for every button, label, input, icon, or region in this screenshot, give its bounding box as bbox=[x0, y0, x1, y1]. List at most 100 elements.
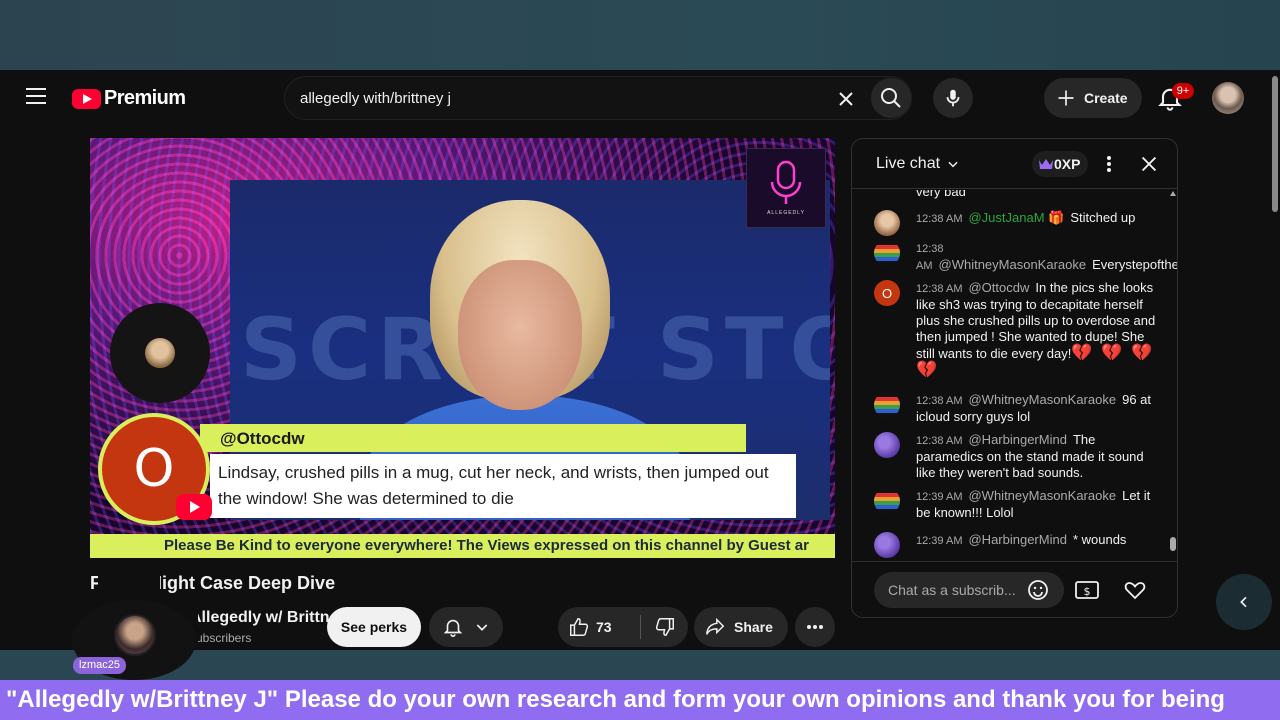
video-player[interactable]: SCRIPT STORIES ALLEGEDLY @Ottocdw Lindsa… bbox=[90, 138, 835, 558]
chat-message-text: 12:38 AM @Ottocdw In the pics she looks li… bbox=[916, 280, 1156, 379]
search-input[interactable] bbox=[300, 87, 820, 109]
chat-author[interactable]: @Ottocdw bbox=[968, 280, 1029, 295]
stream-overlay-bottom-band bbox=[0, 650, 1280, 680]
title-occlusion bbox=[98, 570, 160, 598]
subscriber-count: subscribers bbox=[190, 631, 252, 645]
emoji-icon[interactable] bbox=[1026, 578, 1050, 602]
chat-avatar[interactable] bbox=[874, 532, 900, 558]
chat-messages: very bad 12:38 AM @JustJanaM 🎁 Stitched up… bbox=[852, 190, 1177, 560]
share-label: Share bbox=[734, 619, 773, 635]
youtube-mini-icon bbox=[176, 494, 212, 520]
viewer-photo bbox=[114, 614, 156, 656]
chat-author[interactable]: @HarbingerMind bbox=[968, 432, 1066, 447]
chat-author[interactable]: @JustJanaM 🎁 bbox=[968, 210, 1064, 225]
svg-text:$: $ bbox=[1084, 585, 1091, 598]
chat-avatar[interactable] bbox=[874, 392, 900, 418]
microphone-icon bbox=[946, 89, 960, 107]
host-avatar-overlay bbox=[110, 303, 210, 403]
notifications-toggle-button[interactable] bbox=[429, 607, 503, 647]
chevron-down-icon bbox=[476, 624, 488, 631]
chat-avatar[interactable] bbox=[874, 240, 900, 266]
close-icon[interactable] bbox=[1138, 153, 1160, 175]
search-icon bbox=[881, 88, 901, 108]
podcast-mic-logo: ALLEGEDLY bbox=[746, 148, 826, 228]
player-ticker: Please Be Kind to everyone everywhere! T… bbox=[90, 534, 835, 558]
chat-text: Everystepoftheway bbox=[1092, 257, 1177, 272]
account-avatar[interactable] bbox=[1212, 82, 1244, 114]
chat-text: * wounds bbox=[1072, 532, 1127, 547]
highlight-avatar-letter: O bbox=[133, 439, 175, 499]
xp-value: 0XP bbox=[1054, 156, 1081, 172]
chat-time: 12:38 AM bbox=[916, 435, 963, 447]
live-chat-title[interactable]: Live chat bbox=[876, 155, 940, 173]
chat-input-area: $ bbox=[852, 561, 1177, 617]
like-divider bbox=[640, 615, 641, 639]
youtube-premium-logo[interactable]: Premium bbox=[72, 87, 186, 110]
chat-message-text: 12:38 AM @WhitneyMasonKaraoke 96 at icloud… bbox=[916, 392, 1156, 425]
plus-icon bbox=[1058, 90, 1074, 106]
live-chat-header: Live chat 0XP bbox=[852, 139, 1177, 189]
highlight-message: Lindsay, crushed pills in a mug, cut her… bbox=[218, 463, 769, 508]
crown-icon bbox=[1039, 159, 1053, 169]
expand-side-panel-button[interactable] bbox=[1216, 574, 1272, 630]
chevron-down-icon[interactable] bbox=[946, 157, 960, 171]
like-dislike-group: 73 bbox=[558, 607, 688, 647]
chat-author[interactable]: @WhitneyMasonKaraoke bbox=[939, 257, 1087, 272]
chat-author[interactable]: @WhitneyMasonKaraoke bbox=[968, 488, 1116, 503]
chat-avatar[interactable] bbox=[874, 210, 900, 236]
chat-scrollbar-thumb[interactable] bbox=[1170, 537, 1176, 551]
more-horizontal-icon bbox=[807, 625, 823, 629]
chat-message-text: 12:38 AM @HarbingerMind The paramedics on … bbox=[916, 432, 1156, 481]
super-chat-dollar-icon[interactable]: $ bbox=[1074, 578, 1100, 602]
bell-icon bbox=[443, 619, 463, 637]
host-photo bbox=[145, 338, 175, 368]
masthead: Premium Create bbox=[0, 70, 1270, 126]
stream-overlay-top-band bbox=[0, 0, 1280, 70]
search-button[interactable] bbox=[871, 78, 911, 118]
create-label: Create bbox=[1084, 90, 1128, 106]
create-button[interactable]: Create bbox=[1044, 78, 1142, 118]
chat-avatar[interactable] bbox=[874, 488, 900, 514]
logo-tiny-text: ALLEGEDLY bbox=[767, 210, 805, 216]
chat-author[interactable]: @WhitneyMasonKaraoke bbox=[968, 392, 1116, 407]
scrolling-marquee-banner: s "Allegedly w/Brittney J" Please do you… bbox=[0, 680, 1280, 720]
viewer-name-tag: lzmac25 bbox=[73, 657, 126, 674]
more-vertical-icon bbox=[1107, 156, 1111, 172]
chat-message-text: 12:38 AM @WhitneyMasonKaraoke Everystepoft… bbox=[916, 240, 1177, 274]
like-button[interactable]: 73 bbox=[558, 607, 640, 647]
menu-icon[interactable] bbox=[26, 88, 46, 106]
youtube-play-icon bbox=[72, 88, 101, 109]
more-actions-button[interactable] bbox=[795, 607, 835, 647]
see-perks-button[interactable]: See perks bbox=[327, 607, 421, 647]
chat-author[interactable]: @HarbingerMind bbox=[968, 532, 1066, 547]
share-arrow-icon bbox=[706, 617, 725, 635]
xp-badge[interactable]: 0XP bbox=[1032, 151, 1089, 177]
voice-search-button[interactable] bbox=[933, 78, 973, 118]
highlight-author: @Ottocdw bbox=[220, 429, 305, 448]
chat-avatar[interactable]: O bbox=[874, 280, 900, 306]
chat-message-text: 12:39 AM @WhitneyMasonKaraoke Let it be kn… bbox=[916, 488, 1156, 521]
like-count: 73 bbox=[596, 619, 612, 635]
search-box bbox=[284, 76, 912, 120]
chevron-left-icon bbox=[1240, 596, 1247, 608]
live-chat-panel: Live chat 0XP very bad 12:38 AM @JustJana… bbox=[851, 138, 1178, 618]
ticker-text: Please Be Kind to everyone everywhere! T… bbox=[164, 537, 809, 554]
dislike-button[interactable] bbox=[642, 607, 688, 647]
presenter-face bbox=[458, 260, 582, 410]
chat-scrollbar[interactable] bbox=[1169, 191, 1177, 559]
chat-time: 12:38 AM bbox=[916, 213, 963, 225]
marquee-text: s "Allegedly w/Brittney J" Please do you… bbox=[0, 686, 1225, 713]
chat-avatar[interactable] bbox=[874, 432, 900, 458]
chat-time: 12:39 AM bbox=[916, 535, 963, 547]
thumbs-down-icon bbox=[655, 618, 674, 636]
scroll-up-arrow-icon[interactable] bbox=[1170, 191, 1176, 196]
share-button[interactable]: Share bbox=[694, 607, 788, 647]
chat-more-button[interactable] bbox=[1098, 153, 1120, 175]
chat-message-text: 12:38 AM @JustJanaM 🎁 Stitched up bbox=[916, 210, 1156, 227]
clear-search-icon[interactable] bbox=[833, 87, 859, 111]
page-scrollbar-thumb[interactable] bbox=[1272, 76, 1278, 212]
thumbs-up-icon bbox=[570, 618, 589, 636]
notifications-count-badge: 9+ bbox=[1172, 83, 1194, 99]
heart-icon[interactable] bbox=[1122, 578, 1148, 602]
page-scrollbar[interactable] bbox=[1270, 70, 1280, 650]
